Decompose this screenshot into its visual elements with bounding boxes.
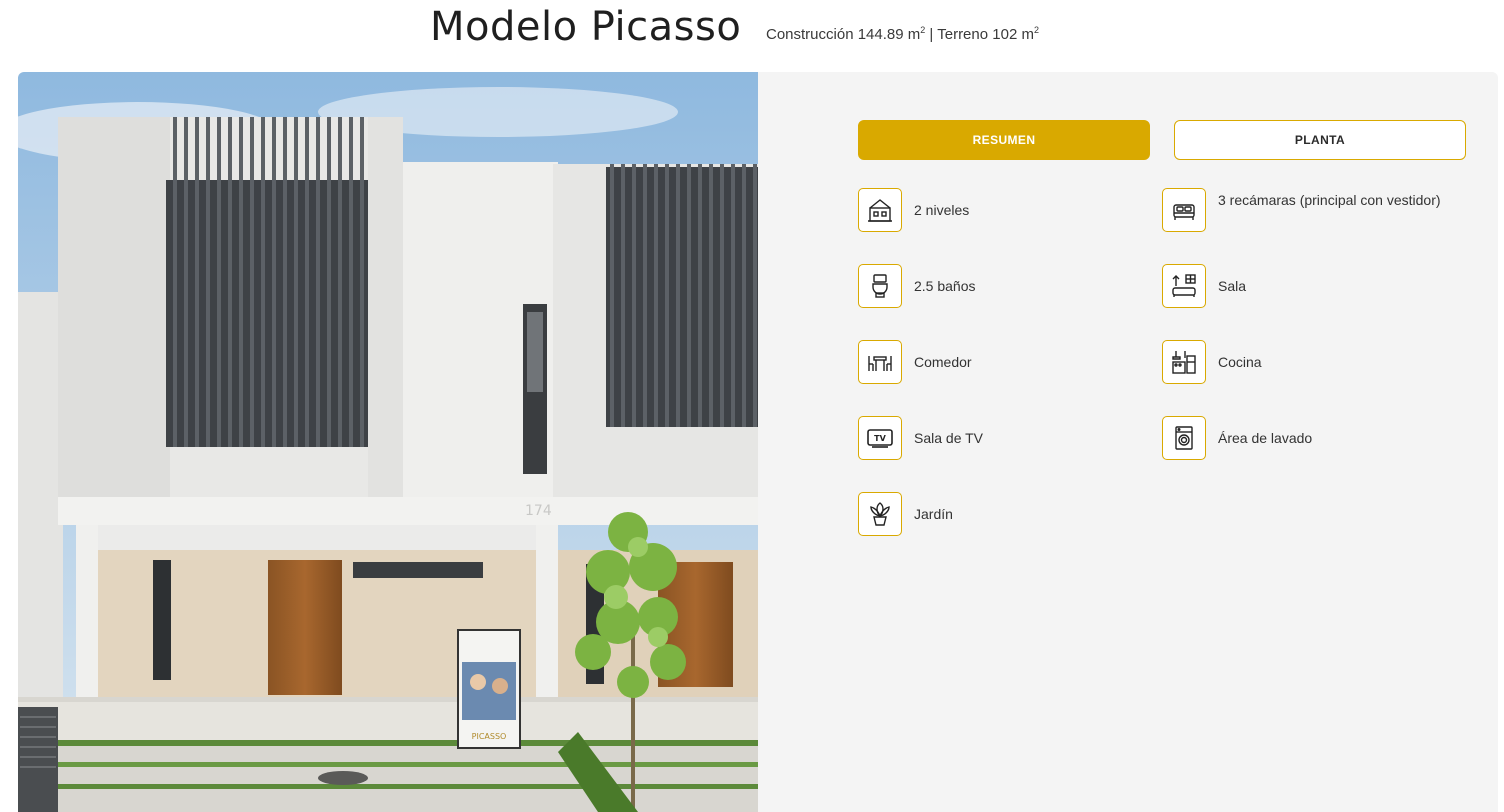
feature-label: Área de lavado xyxy=(1218,430,1313,446)
house-photo: 174 PICASSO xyxy=(18,72,758,812)
feature-tv-room: TV Sala de TV xyxy=(858,416,1148,460)
feature-label: Comedor xyxy=(914,354,972,370)
feature-label: 3 recámaras (principal con vestidor) xyxy=(1218,192,1441,208)
details-panel: RESUMEN PLANTA 2 niveles 3 recámaras (pr… xyxy=(758,72,1498,812)
model-specs: Construcción 144.89 m2 | Terreno 102 m2 xyxy=(766,25,1039,43)
feature-garden: Jardín xyxy=(858,492,1148,536)
land-area: | Terreno 102 m xyxy=(925,26,1034,43)
toilet-icon xyxy=(858,264,902,308)
feature-label: Cocina xyxy=(1218,354,1262,370)
plant-icon xyxy=(858,492,902,536)
tab-resumen[interactable]: RESUMEN xyxy=(858,120,1150,160)
feature-kitchen: Cocina xyxy=(1162,340,1452,384)
living-room-icon xyxy=(1162,264,1206,308)
feature-bathrooms: 2.5 baños xyxy=(858,264,1148,308)
washing-machine-icon xyxy=(1162,416,1206,460)
bed-icon xyxy=(1162,188,1206,232)
building-levels-icon xyxy=(858,188,902,232)
feature-label: Jardín xyxy=(914,506,953,522)
feature-label: Sala de TV xyxy=(914,430,984,446)
dining-table-icon xyxy=(858,340,902,384)
tab-planta[interactable]: PLANTA xyxy=(1174,120,1466,160)
tv-icon: TV xyxy=(858,416,902,460)
construction-area: Construcción 144.89 m xyxy=(766,26,921,43)
page-header: Modelo Picasso Construcción 144.89 m 2 | … xyxy=(0,0,1504,60)
superscript-2: 2 xyxy=(1033,25,1039,35)
svg-text:TV: TV xyxy=(874,434,886,443)
feature-label: 2 niveles xyxy=(914,202,970,218)
feature-label: 2.5 baños xyxy=(914,278,976,294)
feature-dining-room: Comedor xyxy=(858,340,1148,384)
sign-text: PICASSO xyxy=(472,732,507,741)
feature-bedrooms: 3 recámaras (principal con vestidor) xyxy=(1162,188,1452,232)
feature-living-room: Sala xyxy=(1162,264,1452,308)
house-number: 174 xyxy=(525,503,552,519)
page-title: Modelo Picasso xyxy=(430,4,742,50)
feature-levels: 2 niveles xyxy=(858,188,1148,232)
kitchen-icon xyxy=(1162,340,1206,384)
feature-laundry: Área de lavado xyxy=(1162,416,1452,460)
feature-label: Sala xyxy=(1218,278,1247,294)
